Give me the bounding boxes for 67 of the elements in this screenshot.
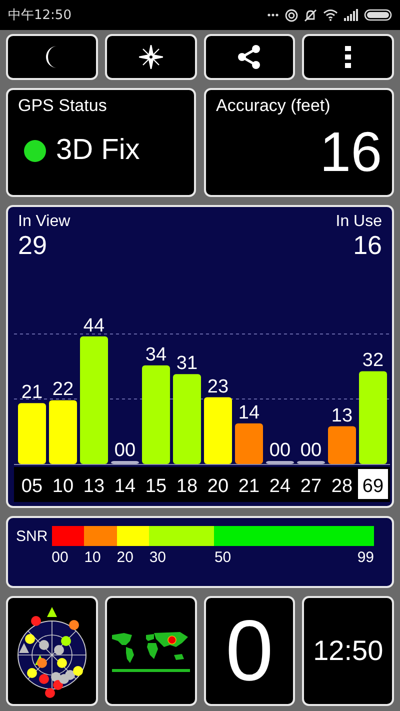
snr-tick: 50: [214, 549, 232, 566]
snr-tick: 00: [52, 549, 68, 566]
prn-label: 69: [362, 476, 384, 497]
snr-bar: [111, 461, 139, 464]
snr-tick: 99: [357, 549, 374, 566]
snr-value: 31: [176, 353, 198, 374]
battery-icon: [364, 9, 392, 21]
compass-icon: [138, 45, 163, 69]
snr-tick: 30: [149, 549, 166, 566]
prn-label: 15: [145, 476, 167, 497]
snr-bar: [328, 426, 356, 464]
in-view-label: In View: [18, 213, 70, 231]
more-icon: [267, 13, 279, 17]
snr-value: 00: [114, 440, 136, 461]
text-tile[interactable]: 0: [204, 596, 296, 706]
snr-value: 21: [21, 382, 43, 404]
prn-label: 13: [83, 476, 105, 497]
prn-label: 27: [300, 476, 322, 497]
prn-label: 05: [21, 476, 43, 497]
in-use-count: 16: [353, 231, 382, 260]
snr-tick: 20: [116, 549, 134, 566]
fix-status: 3D Fix: [56, 134, 140, 167]
more-button[interactable]: [302, 34, 394, 80]
snr-value: 44: [83, 315, 105, 336]
snr-bar: [18, 403, 46, 464]
prn-label: 18: [176, 476, 198, 497]
share-button[interactable]: [204, 34, 296, 80]
map-tile[interactable]: [104, 596, 196, 706]
snr-bar: [235, 423, 263, 464]
wifi-icon: [323, 9, 338, 21]
menu-icon: [345, 46, 352, 68]
share-icon: [236, 44, 262, 70]
prn-label: 24: [269, 476, 291, 497]
snr-bar: [297, 461, 325, 464]
snr-value: 13: [331, 405, 353, 426]
prn-label: 14: [114, 476, 136, 497]
snr-bar: [49, 400, 77, 464]
clock-tile[interactable]: 12:50: [302, 596, 394, 706]
snr-value: 34: [145, 344, 167, 366]
in-view-count: 29: [18, 231, 48, 260]
snr-value: 00: [269, 440, 291, 461]
speed-value: 0: [225, 608, 274, 694]
compass-button[interactable]: [104, 34, 196, 80]
moon-button[interactable]: [6, 34, 98, 80]
accuracy-value: 16: [320, 124, 382, 180]
signal-icon: [344, 9, 358, 21]
snr-label: SNR: [16, 528, 48, 547]
snr-value: 22: [52, 379, 74, 400]
hotspot-icon: [285, 8, 298, 22]
snr-value: 32: [362, 350, 384, 372]
prn-label: 20: [207, 476, 229, 497]
snr-value: 14: [238, 402, 260, 424]
panel-title: GPS Status: [18, 96, 108, 116]
prn-label: 28: [331, 476, 353, 497]
skyplot-tile[interactable]: [6, 596, 98, 706]
alarm-off-icon: [304, 8, 317, 22]
status-time: 中午12:50: [8, 7, 72, 24]
prn-label: 21: [238, 476, 260, 497]
clock-time: 12:50: [313, 635, 384, 667]
snr-bar: [204, 397, 232, 464]
snr-value: 00: [300, 440, 322, 461]
snr-value: 23: [207, 376, 229, 398]
prn-label: 10: [52, 476, 74, 497]
snr-bar: [266, 461, 294, 464]
snr-tick: 10: [84, 549, 101, 566]
panel-title: Accuracy (feet): [216, 96, 332, 116]
in-use-label: In Use: [336, 213, 382, 231]
